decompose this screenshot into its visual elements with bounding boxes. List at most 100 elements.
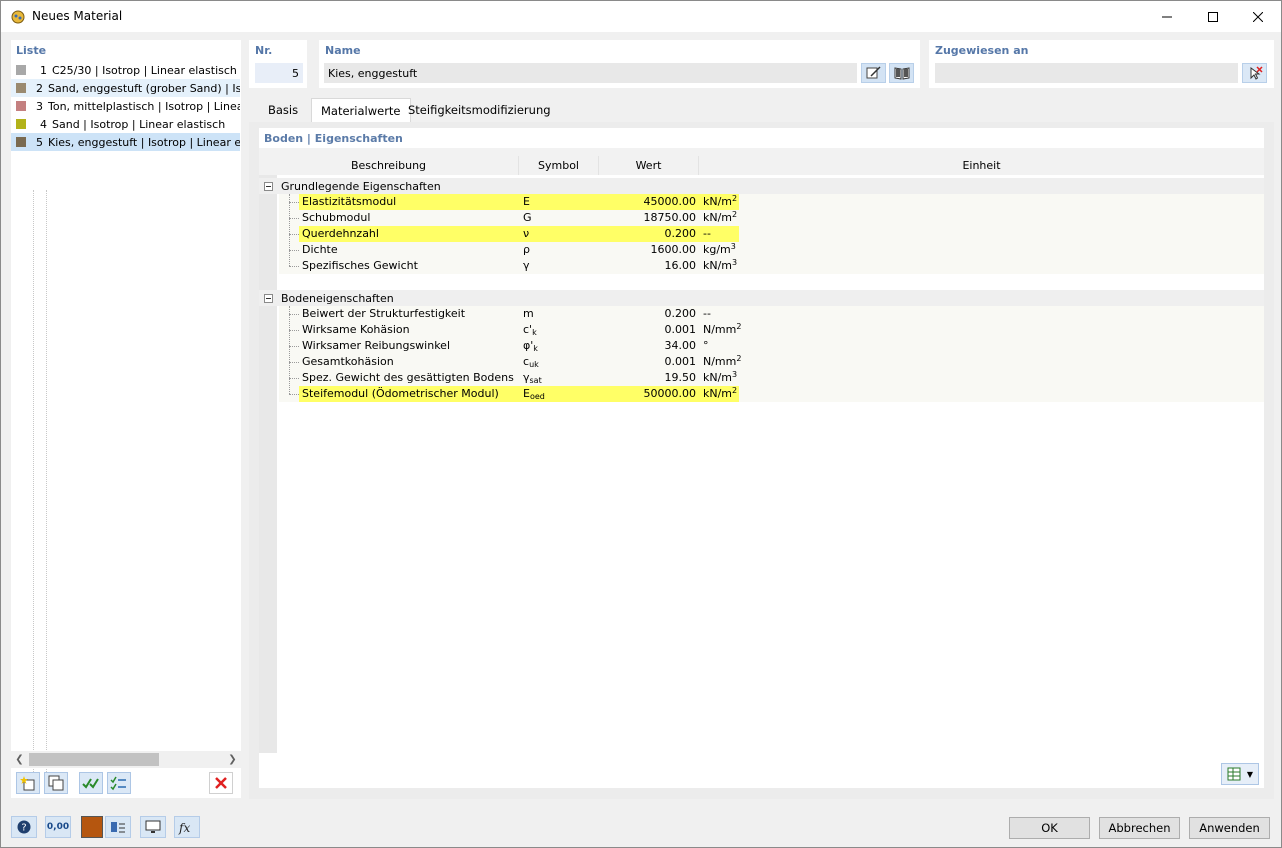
scroll-right-icon[interactable]: ❯ [224,751,241,768]
maximize-button[interactable] [1190,1,1236,32]
property-row[interactable]: Dichte ρ 1600.00 kg/m3 [279,242,1264,258]
collapse-toggle-icon[interactable] [264,293,273,303]
tree-connector [289,250,299,251]
property-description: Schubmodul [302,211,371,224]
new-material-button[interactable] [16,772,40,794]
list-item[interactable]: 5 Kies, enggestuft | Isotrop | Linear ela… [11,133,240,151]
check-icon [82,778,99,789]
formula-button[interactable]: fx [174,816,200,838]
table-export-icon [1227,767,1241,781]
property-description: Querdehnzahl [302,227,379,240]
property-value[interactable]: 1600.00 [598,242,698,258]
property-value[interactable]: 16.00 [598,258,698,274]
list-item[interactable]: 4 Sand | Isotrop | Linear elastisch [11,115,240,133]
check-all-button[interactable] [79,772,103,794]
property-description: Wirksame Kohäsion [302,323,410,336]
symbol-main: E [523,195,530,208]
tab-basis[interactable]: Basis [259,98,307,122]
collapse-toggle-icon[interactable] [264,181,273,191]
property-row[interactable]: Schubmodul G 18750.00 kN/m2 [279,210,1264,226]
property-value[interactable]: 19.50 [598,370,698,386]
units-button[interactable]: 0,00 [45,816,71,838]
copy-material-button[interactable] [44,772,68,794]
property-row[interactable]: Wirksamer Reibungswinkel φ'k 34.00 ° [279,338,1264,354]
property-value[interactable]: 45000.00 [598,194,698,210]
property-unit: -- [703,306,763,322]
scroll-left-icon[interactable]: ❮ [11,751,28,768]
unit-main: N/mm [703,355,737,368]
minimize-button[interactable] [1144,1,1190,32]
tree-guide [289,306,290,394]
unit-superscript: 2 [736,354,742,363]
apply-button[interactable]: Anwenden [1189,817,1270,839]
property-description: Spez. Gewicht des gesättigten Bodens [302,371,514,384]
col-header-beschreibung[interactable]: Beschreibung [259,156,519,175]
unit-superscript: 2 [732,386,738,395]
section-title: Boden | Eigenschaften [264,132,403,145]
list-label: Liste [16,44,47,57]
property-row[interactable]: Gesamtkohäsion cuk 0.001 N/mm2 [279,354,1264,370]
material-model-button[interactable] [105,816,131,838]
property-row[interactable]: Spez. Gewicht des gesättigten Bodens γsat… [279,370,1264,386]
property-value[interactable]: 34.00 [598,338,698,354]
name-input[interactable]: Kies, enggestuft [324,63,857,83]
unit-superscript: 3 [730,242,736,251]
list-item[interactable]: 2 Sand, enggestuft (grober Sand) | Isotro… [11,79,240,97]
material-library-button[interactable] [889,63,914,83]
delete-material-button[interactable] [209,772,233,794]
select-objects-button[interactable] [1242,63,1267,83]
group-header-row[interactable]: Bodeneigenschaften [259,290,1264,306]
tab-materialwerte[interactable]: Materialwerte [311,98,411,122]
assigned-input[interactable] [935,63,1238,83]
property-row[interactable]: Querdehnzahl ν 0.200 -- [279,226,1264,242]
material-color-swatch [16,65,26,75]
symbol-subscript: sat [529,376,542,385]
close-button[interactable] [1235,1,1281,32]
group-header-row[interactable]: Grundlegende Eigenschaften [259,178,1264,194]
property-row[interactable]: Spezifisches Gewicht γ 16.00 kN/m3 [279,258,1264,274]
list-horizontal-scrollbar[interactable]: ❮ ❯ [11,751,241,768]
new-item-icon [20,776,35,791]
view-button[interactable] [140,816,166,838]
minimize-icon [1162,16,1172,17]
material-color-button[interactable] [81,816,103,838]
col-header-wert[interactable]: Wert [599,156,699,175]
property-row[interactable]: Beiwert der Strukturfestigkeit m 0.200 -- [279,306,1264,322]
property-value[interactable]: 0.200 [598,226,698,242]
help-button[interactable]: ? [11,816,37,838]
units-icon: 0,00 [46,822,70,832]
tab-steifigkeitsmodifizierung[interactable]: Steifigkeitsmodifizierung [399,98,560,122]
unit-main: ° [703,339,709,352]
scrollbar-thumb[interactable] [29,753,159,766]
col-header-symbol[interactable]: Symbol [519,156,599,175]
export-table-button[interactable]: ▼ [1221,763,1259,785]
property-value[interactable]: 0.001 [598,322,698,338]
unit-main: -- [703,307,711,320]
list-item[interactable]: 3 Ton, mittelplastisch | Isotrop | Linear… [11,97,240,115]
property-value[interactable]: 50000.00 [598,386,698,402]
property-value[interactable]: 18750.00 [598,210,698,226]
property-value[interactable]: 0.200 [598,306,698,322]
cancel-button[interactable]: Abbrechen [1099,817,1180,839]
group-title: Grundlegende Eigenschaften [281,179,441,193]
tree-connector [289,234,299,235]
unit-superscript: 2 [732,194,738,203]
symbol-main: c' [523,323,533,336]
property-row[interactable]: Steifemodul (Ödometrischer Modul) Eoed 500… [279,386,1264,402]
list-item-label: Sand | Isotrop | Linear elastisch [52,117,226,131]
ok-button[interactable]: OK [1009,817,1090,839]
symbol-main: ρ [523,243,530,256]
symbol-subscript: uk [529,360,539,369]
property-row[interactable]: Elastizitätsmodul E 45000.00 kN/m2 [279,194,1264,210]
grid-row-gutter [259,175,277,753]
dropdown-arrow-icon: ▼ [1246,769,1254,779]
check-selection-button[interactable] [107,772,131,794]
col-header-einheit[interactable]: Einheit [699,156,1264,175]
symbol-subscript: oed [529,392,545,401]
edit-name-button[interactable] [861,63,886,83]
list-item[interactable]: 1 C25/30 | Isotrop | Linear elastisch [11,61,240,79]
nr-field[interactable]: 5 [255,63,303,83]
property-row[interactable]: Wirksame Kohäsion c'k 0.001 N/mm2 [279,322,1264,338]
tree-connector [289,266,299,267]
property-value[interactable]: 0.001 [598,354,698,370]
